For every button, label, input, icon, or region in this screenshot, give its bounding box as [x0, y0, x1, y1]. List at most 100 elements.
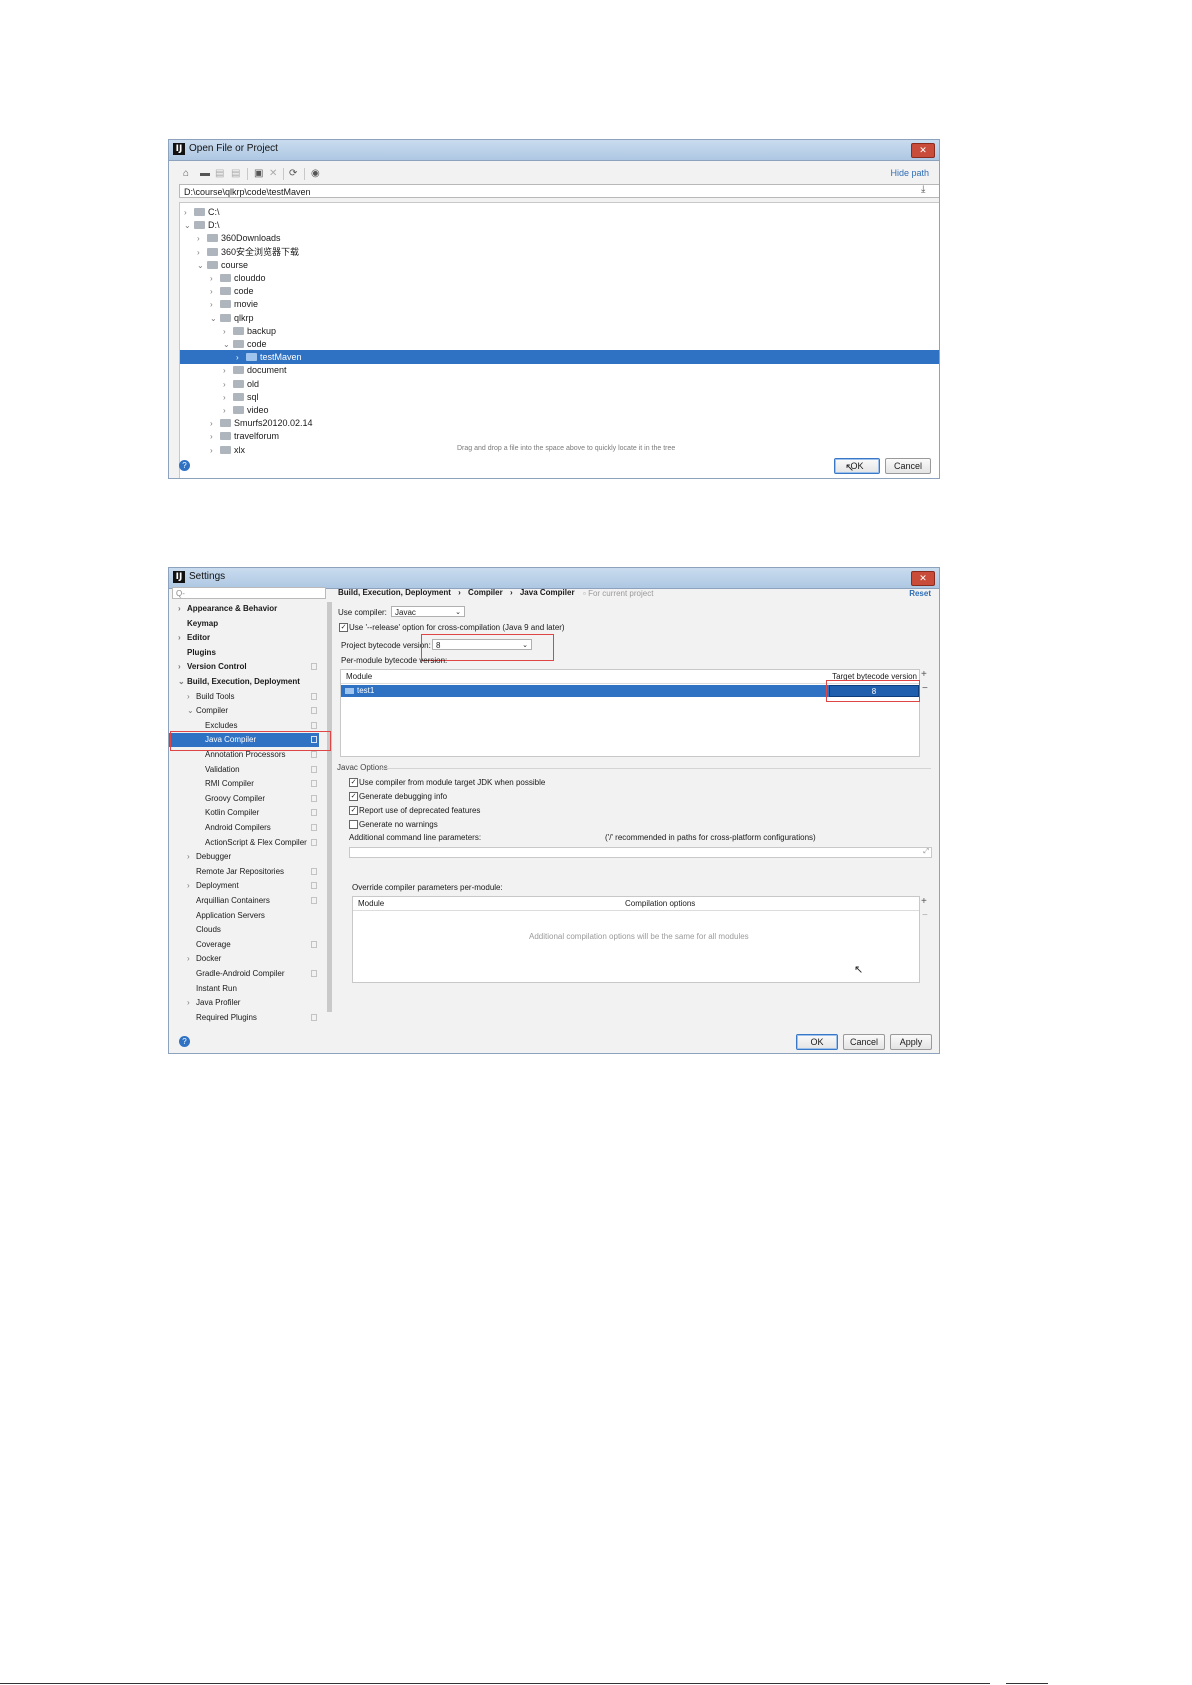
- settings-nav-item[interactable]: Validation: [169, 763, 319, 777]
- tree-item[interactable]: ⌄ D:\: [180, 218, 939, 232]
- chevron-right-icon[interactable]: ›: [178, 602, 181, 616]
- tree-item[interactable]: ⌄ course: [180, 258, 939, 272]
- tree-item[interactable]: ⌄ code: [180, 337, 939, 351]
- settings-nav-item[interactable]: Application Servers: [169, 909, 319, 923]
- javac-option-checkbox[interactable]: ✓: [349, 806, 358, 815]
- tree-item[interactable]: › movie: [180, 297, 939, 311]
- project-folder-icon[interactable]: ▤: [215, 168, 224, 179]
- chevron-right-icon[interactable]: ›: [210, 444, 220, 458]
- tree-item[interactable]: › testMaven: [180, 350, 939, 365]
- home-icon[interactable]: ⌂: [183, 168, 189, 179]
- table-row[interactable]: test1 8: [341, 685, 919, 697]
- settings-nav-item[interactable]: Remote Jar Repositories: [169, 865, 319, 879]
- settings-nav-item[interactable]: RMI Compiler: [169, 777, 319, 791]
- chevron-right-icon[interactable]: ›: [187, 690, 190, 704]
- file-tree[interactable]: › C:\ ⌄ D:\ › 360Downloads › 360安全浏览器下载 ⌄ course ›…: [179, 202, 939, 478]
- settings-nav-item[interactable]: › Debugger: [169, 850, 319, 864]
- tree-item[interactable]: › video: [180, 403, 939, 417]
- settings-nav-item[interactable]: Keymap: [169, 617, 319, 631]
- settings-nav-item[interactable]: Gradle-Android Compiler: [169, 967, 319, 981]
- settings-nav-item[interactable]: Plugins: [169, 646, 319, 660]
- path-input[interactable]: D:\course\qlkrp\code\testMaven: [179, 184, 939, 198]
- settings-nav-item[interactable]: › Deployment: [169, 879, 319, 893]
- settings-nav-item[interactable]: Clouds: [169, 923, 319, 937]
- settings-nav-item[interactable]: Arquillian Containers: [169, 894, 319, 908]
- settings-nav-item[interactable]: Android Compilers: [169, 821, 319, 835]
- settings-nav-item[interactable]: › Build Tools: [169, 690, 319, 704]
- chevron-right-icon[interactable]: ›: [187, 996, 190, 1010]
- reset-link[interactable]: Reset: [909, 589, 931, 598]
- target-version-cell[interactable]: 8: [829, 685, 919, 697]
- remove-module-icon[interactable]: −: [922, 683, 928, 694]
- tree-item[interactable]: › Smurfs20120.02.14: [180, 416, 939, 430]
- help-icon[interactable]: ?: [179, 460, 190, 471]
- use-compiler-select[interactable]: Javac ⌄: [391, 606, 465, 617]
- settings-search-input[interactable]: Q-: [172, 587, 326, 599]
- close-icon[interactable]: ✕: [911, 571, 935, 586]
- javac-option-checkbox[interactable]: ✓: [349, 778, 358, 787]
- module-bytecode-table[interactable]: Module Target bytecode version test1 8: [340, 669, 920, 757]
- chevron-right-icon[interactable]: ›: [187, 952, 190, 966]
- override-params-table[interactable]: Module Compilation options Additional co…: [352, 896, 920, 983]
- tree-item[interactable]: › old: [180, 377, 939, 391]
- breadcrumb-item[interactable]: Build, Execution, Deployment: [338, 588, 451, 597]
- tree-item[interactable]: › C:\: [180, 205, 939, 219]
- settings-nav-item[interactable]: › Appearance & Behavior: [169, 602, 319, 616]
- tree-item[interactable]: › 360Downloads: [180, 231, 939, 245]
- add-module-icon[interactable]: +: [921, 669, 927, 680]
- breadcrumb-item[interactable]: Compiler: [468, 588, 503, 597]
- settings-nav-item[interactable]: ⌄ Compiler: [169, 704, 319, 718]
- remove-override-icon[interactable]: −: [922, 910, 928, 921]
- settings-nav-tree[interactable]: › Appearance & Behavior Keymap › Editor Plugi…: [169, 602, 327, 1032]
- desktop-icon[interactable]: ▬: [200, 168, 210, 179]
- settings-nav-item[interactable]: Annotation Processors: [169, 748, 319, 762]
- tree-item[interactable]: ⌄ qlkrp: [180, 311, 939, 325]
- ok-button[interactable]: OK: [796, 1034, 838, 1050]
- chevron-down-icon[interactable]: ⌄: [178, 675, 185, 689]
- delete-icon[interactable]: ✕: [269, 168, 277, 179]
- settings-nav-item[interactable]: Groovy Compiler: [169, 792, 319, 806]
- tree-item[interactable]: › code: [180, 284, 939, 298]
- new-folder-icon[interactable]: ▣: [254, 168, 263, 179]
- tree-item[interactable]: › travelforum: [180, 429, 939, 443]
- settings-nav-item[interactable]: ActionScript & Flex Compiler: [169, 836, 319, 850]
- help-icon[interactable]: ?: [179, 1036, 190, 1047]
- javac-option-checkbox[interactable]: [349, 820, 358, 829]
- settings-nav-item[interactable]: Coverage: [169, 938, 319, 952]
- settings-nav-item[interactable]: Instant Run: [169, 982, 319, 996]
- tree-item[interactable]: › backup: [180, 324, 939, 338]
- download-icon[interactable]: ⤓: [921, 184, 925, 195]
- settings-nav-item[interactable]: › Editor: [169, 631, 319, 645]
- expand-icon[interactable]: ⤢: [923, 848, 929, 856]
- nav-scrollbar[interactable]: [327, 602, 332, 1012]
- chevron-right-icon[interactable]: ›: [178, 660, 181, 674]
- nav-scroll-thumb[interactable]: [327, 602, 332, 1012]
- settings-nav-item[interactable]: Required Plugins: [169, 1011, 319, 1025]
- settings-nav-item[interactable]: Kotlin Compiler: [169, 806, 319, 820]
- cancel-button[interactable]: Cancel: [843, 1034, 885, 1050]
- release-option-checkbox[interactable]: ✓: [339, 623, 348, 632]
- chevron-right-icon[interactable]: ›: [178, 631, 181, 645]
- hide-path-link[interactable]: Hide path: [890, 168, 929, 178]
- ok-button[interactable]: OK: [834, 458, 880, 474]
- cancel-button[interactable]: Cancel: [885, 458, 931, 474]
- refresh-icon[interactable]: ⟳: [289, 168, 297, 179]
- settings-nav-item[interactable]: Java Compiler: [169, 733, 319, 748]
- project-bytecode-select[interactable]: 8 ⌄: [432, 639, 532, 650]
- settings-nav-item[interactable]: ⌄ Build, Execution, Deployment: [169, 675, 319, 689]
- add-override-icon[interactable]: +: [921, 896, 927, 907]
- javac-option-checkbox[interactable]: ✓: [349, 792, 358, 801]
- settings-nav-item[interactable]: › Java Profiler: [169, 996, 319, 1010]
- tree-item[interactable]: › 360安全浏览器下载: [180, 245, 939, 259]
- close-icon[interactable]: ✕: [911, 143, 935, 158]
- show-hidden-icon[interactable]: ◉: [311, 168, 320, 179]
- settings-nav-item[interactable]: › Docker: [169, 952, 319, 966]
- settings-nav-item[interactable]: › Version Control: [169, 660, 319, 674]
- apply-button[interactable]: Apply: [890, 1034, 932, 1050]
- chevron-right-icon[interactable]: ›: [187, 879, 190, 893]
- tree-item[interactable]: › clouddo: [180, 271, 939, 285]
- module-folder-icon[interactable]: ▤: [231, 168, 240, 179]
- tree-item[interactable]: › document: [180, 363, 939, 377]
- chevron-right-icon[interactable]: ›: [187, 850, 190, 864]
- settings-nav-item[interactable]: Excludes: [169, 719, 319, 733]
